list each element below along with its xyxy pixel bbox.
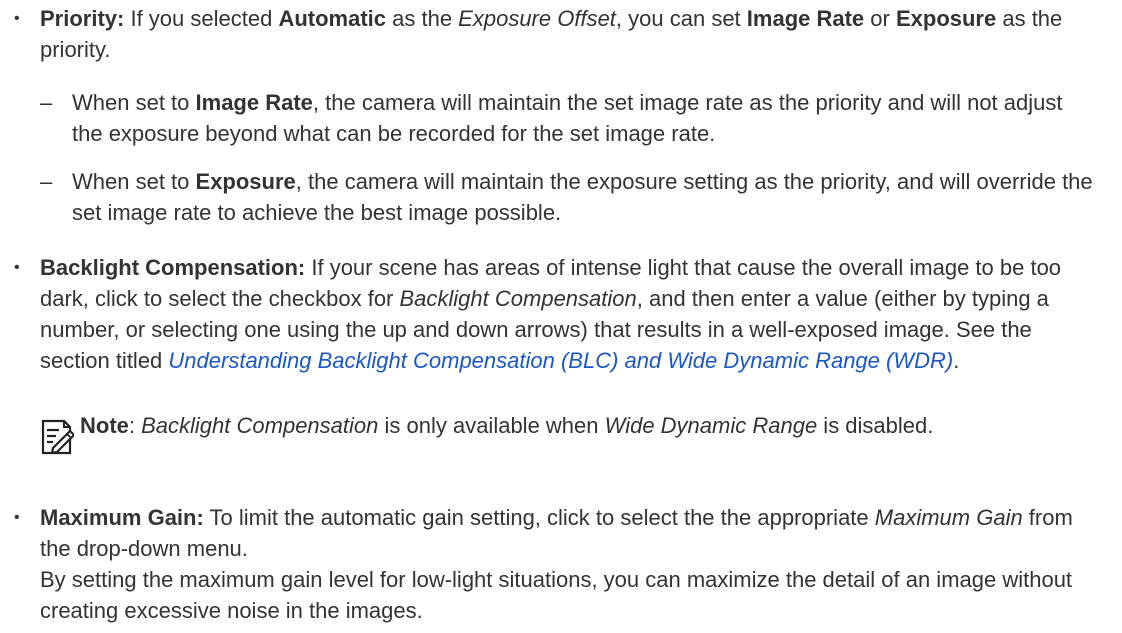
sub-item-text: When set to Exposure, the camera will ma… (72, 166, 1098, 228)
text-bold: Image Rate (746, 6, 865, 31)
note-pencil-icon (41, 419, 74, 455)
backlight-term: Backlight Compensation: (40, 255, 306, 280)
maximum-gain-explanation: By setting the maximum gain level for lo… (40, 567, 1073, 623)
backlight-text: Backlight Compensation: If your scene ha… (40, 252, 1098, 376)
text-run: is only available when (378, 413, 605, 438)
text-run: or (864, 6, 896, 31)
text-italic: Exposure Offset (458, 6, 616, 31)
maximum-gain-term: Maximum Gain: (40, 505, 204, 530)
text-italic: Backlight Compensation (141, 413, 379, 438)
text-run: To limit the automatic gain setting, cli… (203, 505, 875, 530)
text-run: is disabled. (817, 413, 934, 438)
text-bold: Image Rate (195, 90, 313, 115)
document-page: • Priority: If you selected Automatic as… (0, 0, 1122, 633)
section-link-blc-wdr[interactable]: Understanding Backlight Compensation (BL… (168, 348, 953, 373)
text-run: . (953, 348, 960, 373)
bullet: • (14, 10, 20, 27)
text-run: If you selected (124, 6, 279, 31)
maximum-gain-text: Maximum Gain: To limit the automatic gai… (40, 502, 1098, 626)
text-run: When set to (72, 169, 196, 194)
text-run: , you can set (615, 6, 747, 31)
dash-marker: – (40, 169, 53, 194)
text-bold: Exposure (195, 169, 296, 194)
dash-marker: – (40, 90, 53, 115)
priority-term: Priority: (40, 6, 125, 31)
text-italic: Backlight Compensation (399, 286, 637, 311)
sub-item-text: When set to Image Rate, the camera will … (72, 87, 1098, 149)
bullet: • (14, 509, 20, 526)
note-label: Note (80, 413, 129, 438)
text-bold: Automatic (278, 6, 387, 31)
text-italic: Wide Dynamic Range (604, 413, 818, 438)
text-run: as the (386, 6, 459, 31)
text-italic: Maximum Gain (874, 505, 1023, 530)
bullet: • (14, 259, 20, 276)
note-text: Note: Backlight Compensation is only ava… (80, 410, 1098, 441)
priority-text: Priority: If you selected Automatic as t… (40, 3, 1098, 65)
text-run: When set to (72, 90, 196, 115)
text-bold: Exposure (895, 6, 997, 31)
text-run: : (128, 413, 142, 438)
